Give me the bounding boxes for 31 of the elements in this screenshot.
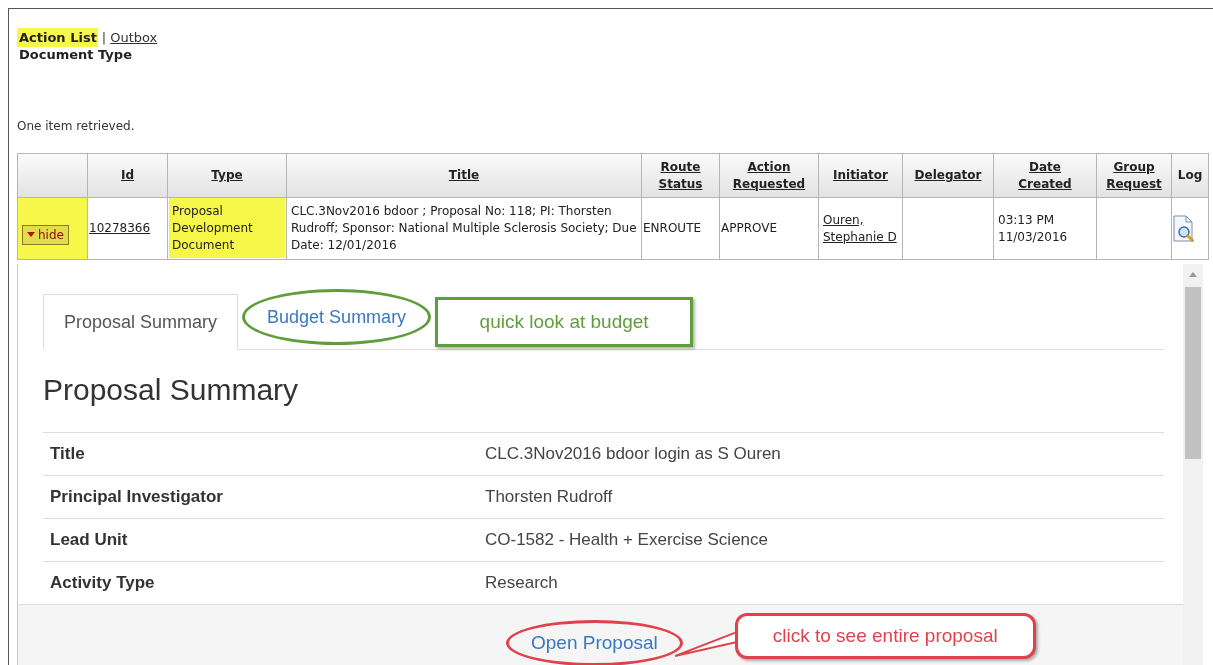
column-header[interactable]: Type (211, 167, 243, 184)
hide-toggle-button[interactable]: hide (22, 224, 69, 245)
nav-link[interactable]: Outbox (110, 27, 158, 48)
date-created: 03:13 PM 11/03/2016 (997, 211, 1069, 246)
section-heading: Proposal Summary (43, 372, 300, 408)
field-label: Activity Type (49, 572, 156, 595)
column-header[interactable]: Title (448, 167, 480, 184)
column-header: Log (1177, 167, 1203, 184)
action-requested: APPROVE (721, 221, 778, 235)
caret-icon (27, 232, 35, 237)
tab[interactable]: Budget Summary (242, 289, 432, 345)
field-value: Research (485, 572, 558, 595)
document-magnifier-icon[interactable] (1172, 214, 1196, 243)
route-status: ENROUTE (643, 221, 702, 235)
result-message: One item retrieved. (17, 119, 136, 134)
nav-link[interactable]: Action List (17, 27, 98, 48)
scrollbar[interactable] (1183, 264, 1203, 665)
annotation-box: quick look at budget (435, 297, 694, 347)
document-id-link[interactable]: 10278366 (89, 221, 151, 235)
field-value: Thorsten Rudroff (485, 486, 613, 509)
nav-separator: | (100, 28, 108, 47)
field-label: Title (49, 443, 86, 466)
field-value: CO-1582 - Health + Exercise Science (485, 529, 768, 552)
field-label: Principal Investigator (49, 486, 224, 509)
document-title: CLC.3Nov2016 bdoor ; Proposal No: 118; PI: Thorsten Rudroff; Sponsor: National Multiple Sclerosis Society; Due Date: 12/01/2016 (290, 203, 638, 254)
filter-label: Document Type (18, 46, 133, 63)
open-proposal-link[interactable]: Open Proposal (506, 620, 683, 665)
field-label: Lead Unit (49, 529, 129, 552)
tab[interactable]: Proposal Summary (43, 294, 239, 350)
field-value: CLC.3Nov2016 bdoor login as S Ouren (485, 443, 781, 466)
column-header[interactable]: Id (120, 167, 135, 184)
